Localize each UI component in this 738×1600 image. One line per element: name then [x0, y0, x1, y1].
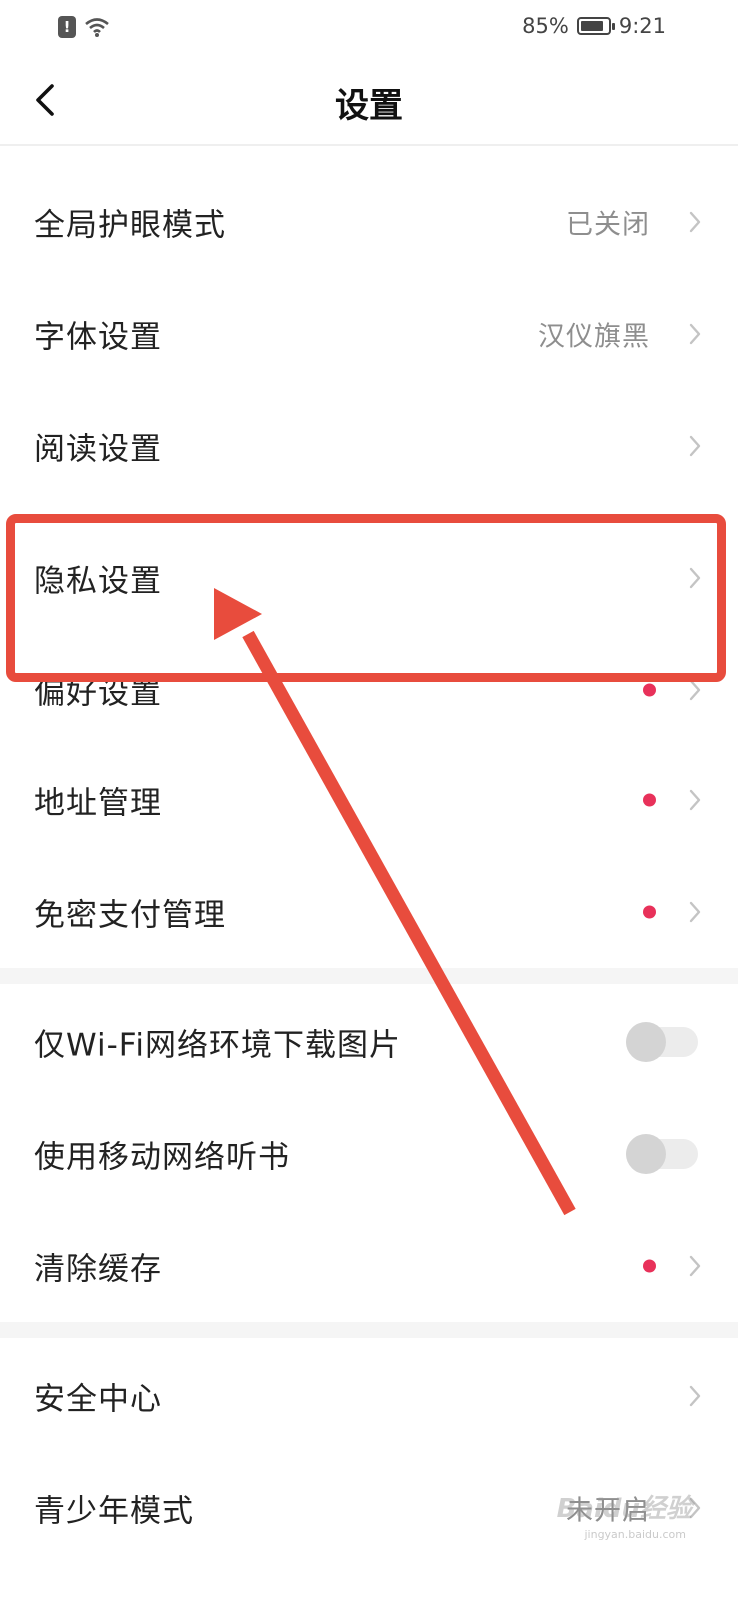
settings-row-password-free-payment[interactable]: 免密支付管理 — [0, 856, 738, 968]
row-label: 偏好设置 — [34, 675, 162, 712]
row-label: 免密支付管理 — [34, 897, 226, 934]
row-label: 地址管理 — [34, 785, 162, 822]
page-title: 设置 — [335, 86, 403, 126]
settings-row-address[interactable]: 地址管理 — [0, 744, 738, 856]
settings-row-font[interactable]: 字体设置 汉仪旗黑 — [0, 278, 738, 390]
settings-row-reading[interactable]: 阅读设置 — [0, 390, 738, 502]
clock: 9:21 — [618, 14, 666, 38]
settings-row-privacy[interactable]: 隐私设置 — [0, 522, 738, 634]
battery-level — [580, 21, 603, 31]
red-dot-badge — [643, 1259, 656, 1273]
row-label: 安全中心 — [34, 1381, 162, 1418]
chevron-right-icon — [689, 789, 701, 811]
settings-row-preferences[interactable]: 偏好设置 — [0, 634, 738, 746]
section-divider — [0, 968, 738, 984]
red-dot-badge — [643, 905, 656, 919]
row-label: 青少年模式 — [34, 1493, 194, 1530]
status-bar: ! 85% 9:21 — [0, 0, 738, 56]
settings-row-mobile-audiobook: 使用移动网络听书 — [0, 1098, 738, 1210]
settings-row-security-center[interactable]: 安全中心 — [0, 1340, 738, 1452]
chevron-right-icon — [689, 211, 701, 233]
wifi-images-toggle[interactable] — [626, 1022, 698, 1062]
row-value: 未开启 — [566, 1495, 650, 1527]
settings-row-teen-mode[interactable]: 青少年模式 未开启 — [0, 1452, 738, 1564]
row-label: 仅Wi-Fi网络环境下载图片 — [34, 1027, 401, 1064]
row-label: 阅读设置 — [34, 431, 162, 468]
nav-bar: 设置 — [0, 56, 738, 146]
chevron-right-icon — [689, 1497, 701, 1519]
wifi-icon — [85, 18, 109, 37]
row-label: 清除缓存 — [34, 1251, 162, 1288]
status-left: ! — [58, 16, 110, 38]
row-label: 隐私设置 — [34, 563, 162, 600]
row-value: 已关闭 — [566, 209, 650, 241]
row-label: 字体设置 — [34, 319, 162, 356]
chevron-right-icon — [689, 679, 701, 701]
toggle-knob — [626, 1134, 666, 1174]
red-dot-badge — [643, 683, 656, 697]
red-dot-badge — [643, 793, 656, 807]
battery-icon — [576, 17, 615, 35]
chevron-right-icon — [689, 1255, 701, 1277]
settings-row-clear-cache[interactable]: 清除缓存 — [0, 1210, 738, 1322]
chevron-right-icon — [689, 323, 701, 345]
chevron-right-icon — [689, 901, 701, 923]
mobile-audiobook-toggle[interactable] — [626, 1134, 698, 1174]
chevron-right-icon — [689, 1385, 701, 1407]
battery-percent: 85% — [522, 14, 569, 38]
section-divider — [0, 1322, 738, 1338]
toggle-knob — [626, 1022, 666, 1062]
settings-row-eye-protection[interactable]: 全局护眼模式 已关闭 — [0, 166, 738, 278]
row-value: 汉仪旗黑 — [538, 321, 650, 353]
settings-row-wifi-images: 仅Wi-Fi网络环境下载图片 — [0, 986, 738, 1098]
chevron-right-icon — [689, 567, 701, 589]
row-label: 使用移动网络听书 — [34, 1139, 290, 1176]
status-right: 85% 9:21 — [522, 14, 666, 38]
row-label: 全局护眼模式 — [34, 207, 226, 244]
chevron-right-icon — [689, 435, 701, 457]
alert-icon: ! — [58, 16, 76, 38]
